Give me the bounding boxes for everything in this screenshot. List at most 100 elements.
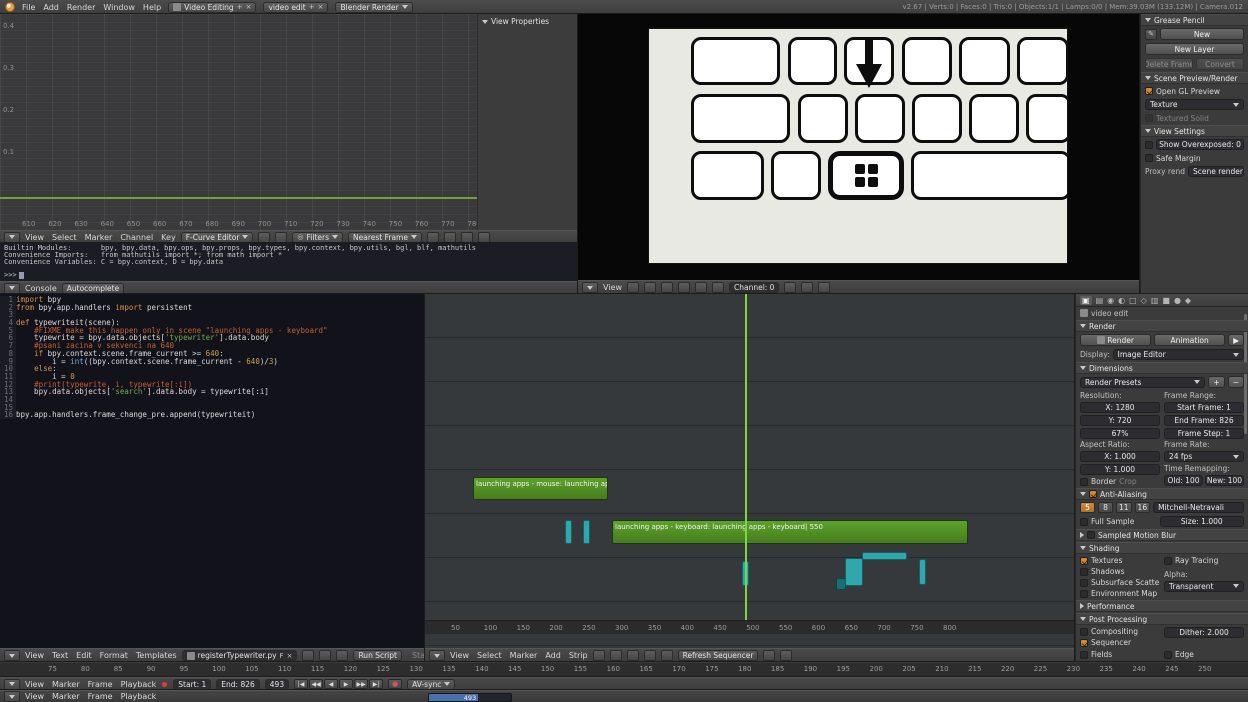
menu-item[interactable]: Frame — [88, 692, 113, 701]
transport-button[interactable]: ▶| — [369, 679, 383, 689]
menu-item[interactable]: View — [25, 233, 44, 242]
syntax-highlight-toggle-icon[interactable] — [336, 650, 348, 661]
render-engine-selector[interactable]: Blender Render — [335, 2, 412, 13]
checkbox-textures[interactable]: Textures — [1080, 556, 1160, 565]
panel-sampled-motion-blur[interactable]: Sampled Motion Blur — [1076, 529, 1248, 541]
properties-tab[interactable]: □ — [1129, 296, 1137, 305]
view-properties-panel-header[interactable]: View Properties — [478, 14, 578, 29]
menu-item[interactable]: Window — [103, 3, 135, 12]
record-button[interactable]: ● — [388, 679, 402, 689]
checkbox-fields[interactable]: Fields — [1080, 650, 1160, 659]
checkbox-ray-tracing[interactable]: Ray Tracing — [1164, 556, 1218, 565]
panel-dimensions[interactable]: Dimensions — [1076, 362, 1248, 374]
timeline-ruler[interactable]: 7580859095100105110115120125130135140145… — [0, 662, 1248, 677]
properties-context[interactable]: video edit — [1091, 309, 1128, 318]
sequencer-strip[interactable]: launching apps - keyboard: launching app… — [612, 520, 968, 544]
show-overlay-icon[interactable] — [712, 282, 724, 293]
menu-item[interactable]: Playback — [121, 680, 157, 689]
menu-item[interactable]: Select — [477, 651, 502, 660]
sequence-icon[interactable] — [627, 650, 639, 661]
properties-tab[interactable]: ◐ — [1118, 296, 1125, 305]
panel-shading[interactable]: Shading — [1076, 542, 1248, 554]
editor-type-icon[interactable] — [4, 691, 20, 702]
aspect-x-field[interactable]: X: 1.000 — [1080, 451, 1160, 462]
gp-new-button[interactable]: New — [1160, 28, 1244, 40]
view-switch-icon[interactable] — [763, 650, 775, 661]
gamma-icon[interactable] — [784, 282, 796, 293]
resolution-percent-field[interactable]: 67% — [1080, 428, 1160, 439]
sequencer-strip[interactable]: launching apps - mouse: launching apps -… — [473, 477, 608, 500]
menu-item[interactable]: View — [25, 680, 44, 689]
resolution-y-field[interactable]: Y: 720 — [1080, 415, 1160, 426]
properties-tab[interactable]: ▤ — [1096, 296, 1104, 305]
filters-dropdown[interactable]: ◎Filters — [292, 232, 343, 243]
only-selected-icon[interactable] — [258, 232, 270, 243]
sequencer-strip[interactable] — [862, 552, 907, 560]
proxy-icon[interactable] — [801, 282, 813, 293]
menu-item[interactable]: Add — [43, 3, 59, 12]
magnet-snap-icon[interactable] — [461, 232, 473, 243]
close-scene-icon[interactable]: × — [318, 3, 324, 11]
editor-type-icon[interactable] — [429, 650, 445, 661]
editor-type-icon[interactable] — [4, 232, 20, 243]
panel-scene-preview-render[interactable]: Scene Preview/Render — [1141, 72, 1248, 84]
fcurve-line[interactable] — [0, 197, 477, 199]
gp-delete-frame-button[interactable]: Delete Frame — [1145, 58, 1193, 70]
gp-new-layer-button[interactable]: New Layer — [1145, 43, 1244, 55]
menu-item[interactable]: File — [22, 3, 35, 12]
menu-item[interactable]: Marker — [52, 680, 80, 689]
panel-render[interactable]: Render — [1076, 320, 1248, 332]
properties-tab[interactable]: ◆ — [1185, 296, 1191, 305]
preview-canvas[interactable] — [578, 14, 1140, 280]
menu-item[interactable]: Select — [52, 233, 77, 242]
gp-convert-button[interactable]: Convert — [1196, 58, 1244, 70]
motion-blur-checkbox[interactable] — [1087, 531, 1095, 539]
fcurve-mode-selector[interactable]: F-Curve Editor — [181, 232, 254, 243]
border-checkbox[interactable]: BorderCrop — [1080, 477, 1160, 486]
remap-old-field[interactable]: Old: 100 — [1164, 475, 1203, 486]
transport-button[interactable]: ◀◀ — [309, 679, 323, 689]
line-numbers-toggle-icon[interactable] — [302, 650, 314, 661]
fake-user-button[interactable]: F — [280, 652, 284, 660]
textured-solid-checkbox[interactable]: Textured Solid — [1141, 112, 1248, 124]
fps-selector[interactable]: 24 fps — [1164, 451, 1244, 462]
alpha-selector[interactable]: Transparent — [1164, 581, 1244, 592]
seq-ruler[interactable]: 5010015020025030035040045050055060065070… — [425, 620, 1075, 634]
sequencer-strip[interactable] — [845, 558, 863, 586]
add-preset-button[interactable]: + — [1208, 376, 1224, 388]
image-display-icon[interactable] — [644, 282, 656, 293]
texture-mode-selector[interactable]: Texture — [1145, 99, 1244, 110]
chroma-vectorscope-icon[interactable] — [678, 282, 690, 293]
panel-grease-pencil[interactable]: Grease Pencil — [1141, 14, 1248, 26]
view-type-icon[interactable] — [593, 650, 605, 661]
menu-item[interactable]: Edit — [76, 651, 92, 660]
properties-tab[interactable]: ● — [1174, 296, 1181, 305]
render-button[interactable]: Render — [1080, 334, 1151, 346]
editor-type-icon[interactable] — [582, 282, 598, 293]
histogram-icon[interactable] — [695, 282, 707, 293]
graph-editor-canvas[interactable]: 0.40.30.20.1 610620630640650660670680690… — [0, 14, 477, 230]
play-button[interactable]: ▶ — [1228, 334, 1244, 346]
view-menu[interactable]: View — [603, 283, 622, 292]
menu-item[interactable]: View — [25, 692, 44, 701]
panel-view-settings[interactable]: View Settings — [1141, 125, 1248, 137]
playhead[interactable] — [745, 294, 747, 634]
proxy-size-selector[interactable]: Scene render size — [1188, 166, 1244, 177]
editor-type-icon[interactable] — [4, 283, 20, 294]
menu-item[interactable]: Key — [161, 233, 176, 242]
aa-filter-selector[interactable]: Mitchell-Netravali — [1153, 502, 1244, 513]
menu-item[interactable]: Format — [100, 651, 128, 660]
transport-button[interactable]: ◀ — [324, 679, 338, 689]
dither-field[interactable]: Dither: 2.000 — [1164, 627, 1244, 638]
menu-item[interactable]: Render — [67, 3, 95, 12]
transport-button[interactable]: |◀ — [294, 679, 308, 689]
current-frame-field[interactable]: 493 — [265, 679, 289, 690]
display-selector[interactable]: Image Editor — [1113, 349, 1244, 360]
menu-item[interactable]: View — [25, 651, 44, 660]
overlay-icon[interactable] — [661, 650, 673, 661]
panel-performance[interactable]: Performance — [1076, 600, 1248, 612]
menu-item[interactable]: View — [450, 651, 469, 660]
menu-item[interactable]: Marker — [85, 233, 113, 242]
luma-waveform-icon[interactable] — [661, 282, 673, 293]
auto-snap-selector[interactable]: Nearest Frame — [348, 232, 422, 243]
